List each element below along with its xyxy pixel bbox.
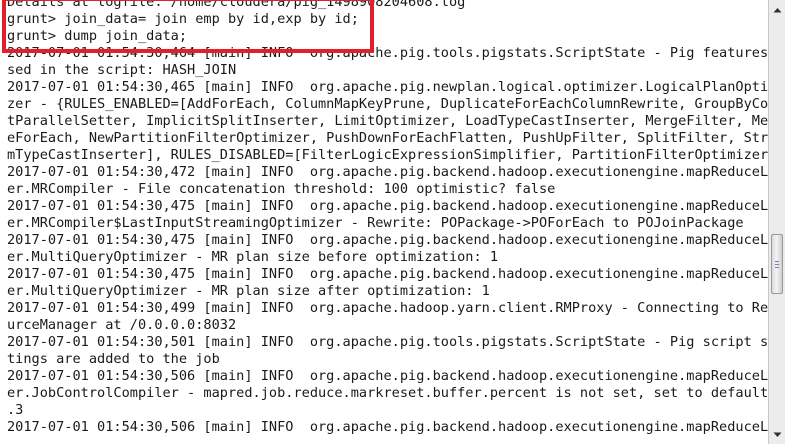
terminal-line: tParallelSetter, ImplicitSplitInserter, … (7, 113, 768, 129)
terminal-line: eForEach, NewPartitionFilterOptimizer, P… (7, 130, 768, 146)
terminal-line: er.MultiQueryOptimizer - MR plan size be… (7, 249, 499, 265)
terminal-line: mTypeCastInserter], RULES_DISABLED=[Filt… (7, 147, 768, 163)
terminal-line: er.MRCompiler - File concatenation thres… (7, 181, 556, 197)
terminal-line: .3 (7, 402, 24, 418)
terminal-line: 2017-07-01 01:54:30,501 [main] INFO org.… (7, 334, 768, 350)
terminal-line: 2017-07-01 01:54:30,506 [main] INFO org.… (7, 419, 768, 435)
terminal-output[interactable]: Details at logfile: /home/cloudera/pig_1… (0, 0, 768, 444)
terminal-line: er.MRCompiler$LastInputStreamingOptimize… (7, 215, 744, 231)
terminal-line: 2017-07-01 01:54:30,475 [main] INFO org.… (7, 232, 768, 248)
terminal-line: 2017-07-01 01:54:30,464 [main] INFO org.… (7, 45, 768, 61)
terminal-line: 2017-07-01 01:54:30,472 [main] INFO org.… (7, 164, 768, 180)
terminal-line: 2017-07-01 01:54:30,499 [main] INFO org.… (7, 300, 768, 316)
terminal-lines: Details at logfile: /home/cloudera/pig_1… (7, 0, 768, 436)
terminal-line: sed in the script: HASH_JOIN (7, 62, 237, 78)
terminal-line: 2017-07-01 01:54:30,475 [main] INFO org.… (7, 198, 768, 214)
terminal-line: er.JobControlCompiler - mapred.job.reduc… (7, 385, 768, 401)
terminal-line: urceManager at /0.0.0.0:8032 (7, 317, 237, 333)
vertical-scrollbar[interactable] (768, 0, 785, 444)
arrow-up-icon[interactable] (770, 1, 785, 18)
arrow-down-icon[interactable] (770, 426, 785, 443)
terminal-line: Details at logfile: /home/cloudera/pig_1… (7, 0, 466, 10)
scrollbar-thumb[interactable] (771, 234, 783, 294)
terminal-line: 2017-07-01 01:54:30,465 [main] INFO org.… (7, 79, 768, 95)
terminal-line: grunt> dump join_data; (7, 28, 188, 44)
terminal-line: er.MultiQueryOptimizer - MR plan size af… (7, 283, 490, 299)
terminal-line: 2017-07-01 01:54:30,506 [main] INFO org.… (7, 368, 768, 384)
terminal-line: 2017-07-01 01:54:30,475 [main] INFO org.… (7, 266, 768, 282)
terminal-line: tings are added to the job (7, 351, 220, 367)
terminal-line: grunt> join_data= join emp by id,exp by … (7, 11, 359, 27)
terminal-line: zer - {RULES_ENABLED=[AddForEach, Column… (7, 96, 768, 112)
